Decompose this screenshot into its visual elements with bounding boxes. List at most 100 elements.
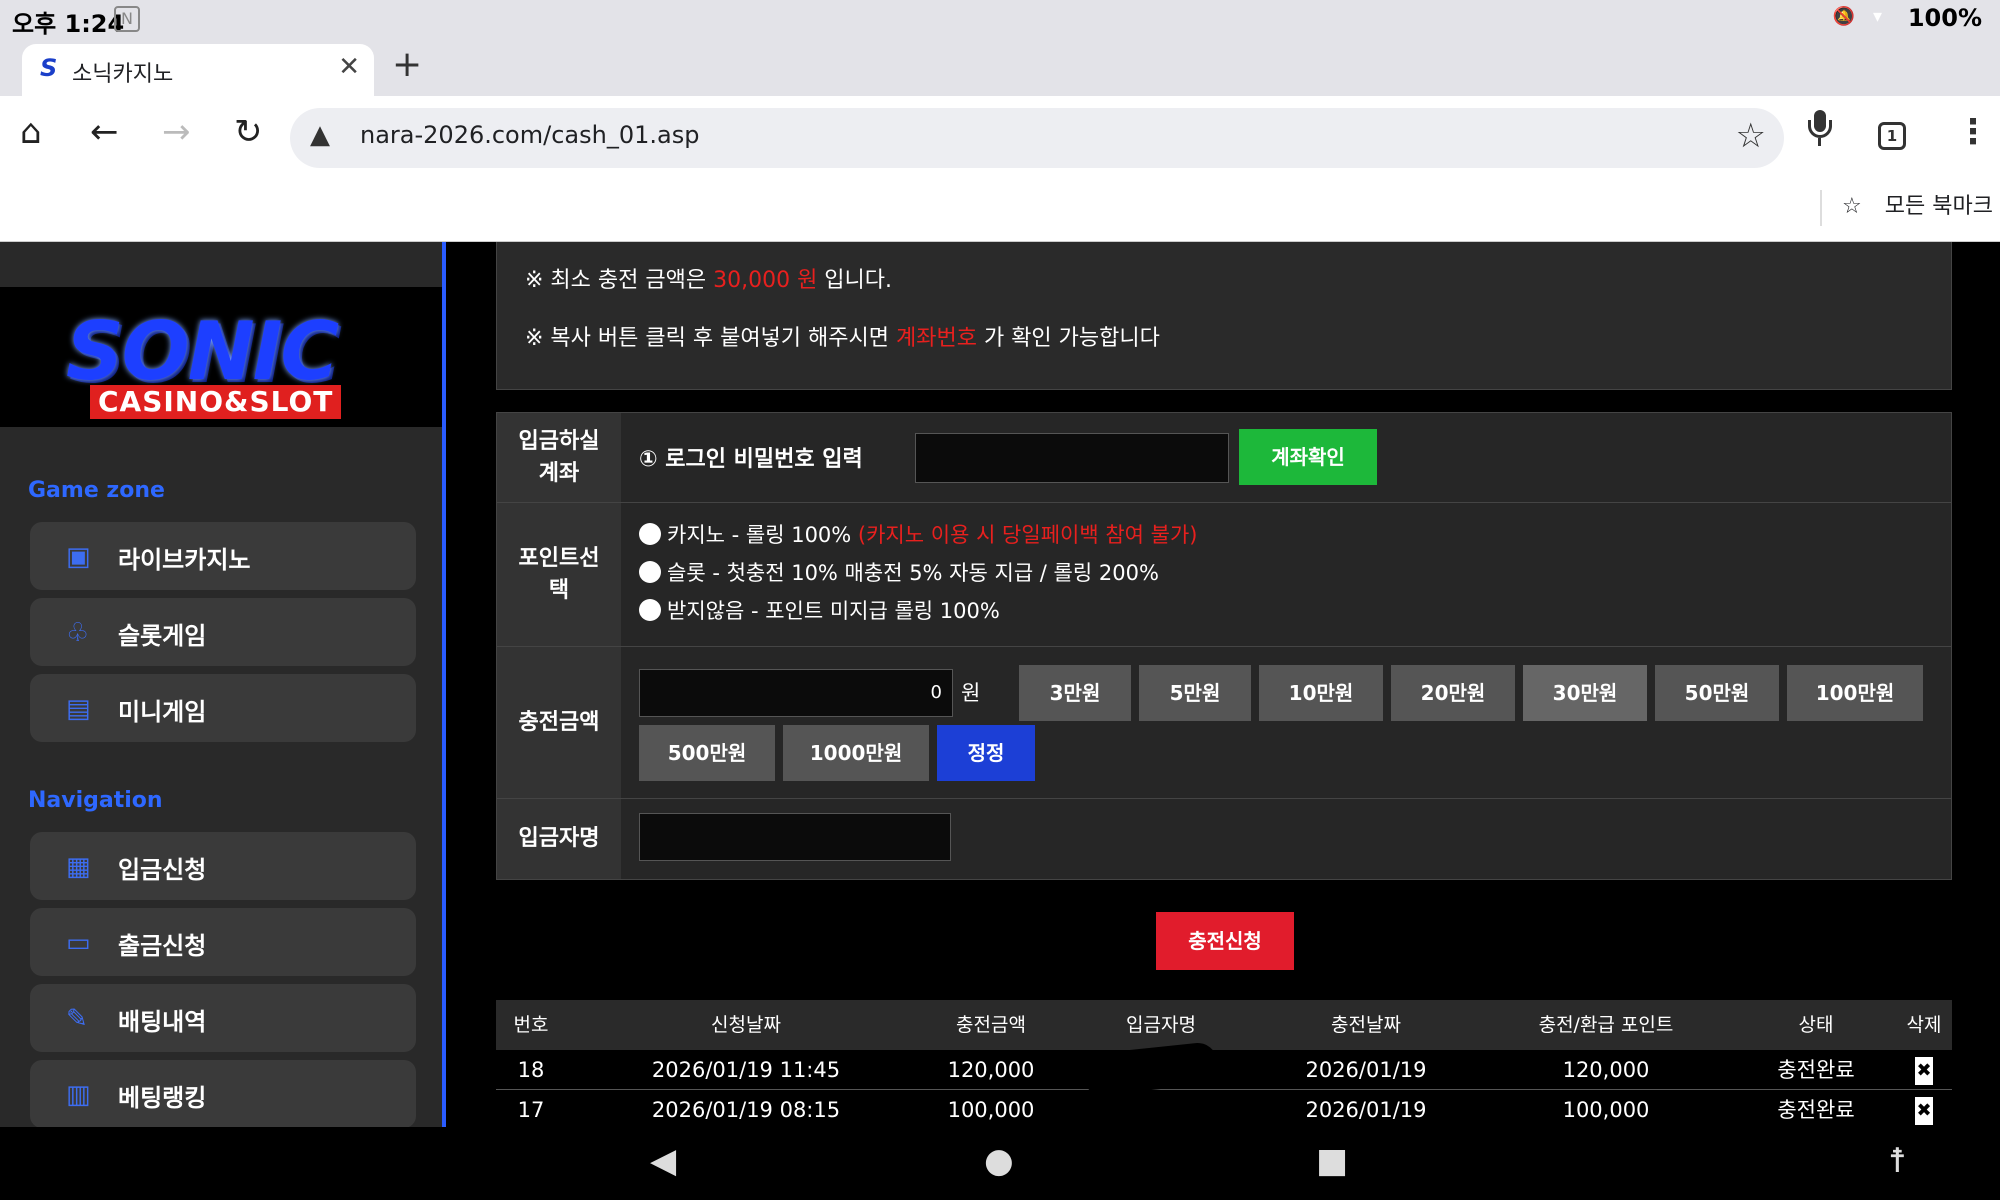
accessibility-icon[interactable]: ☨ bbox=[1888, 1141, 1907, 1181]
site-logo[interactable]: SONIC CASINO&SLOT bbox=[0, 287, 442, 427]
reset-button[interactable]: 정정 bbox=[937, 725, 1035, 781]
mini-game-icon: ▤ bbox=[66, 694, 91, 724]
close-tab-icon[interactable]: ✕ bbox=[338, 52, 360, 82]
cell-points: 100,000 bbox=[1562, 1098, 1650, 1122]
deposit-form: 입금하실 계좌 ① 로그인 비밀번호 입력 계좌확인 포인트선 택 카지노 - 롤링… bbox=[496, 412, 1952, 880]
tab-switcher-icon[interactable]: 1 bbox=[1878, 122, 1906, 150]
col-header: 입금자명 bbox=[1126, 1014, 1196, 1036]
col-header: 번호 bbox=[513, 1014, 549, 1036]
status-icons: 🔕 ▾ bbox=[1832, 6, 1888, 27]
amount-100k-button[interactable]: 10만원 bbox=[1259, 665, 1383, 721]
amount-500k-button[interactable]: 50만원 bbox=[1655, 665, 1779, 721]
option-note: (카지노 이용 시 당일페이백 참여 불가) bbox=[857, 523, 1198, 547]
radio-button[interactable] bbox=[639, 599, 661, 621]
nav-recents-icon[interactable]: ■ bbox=[1316, 1141, 1348, 1181]
amount-300k-button[interactable]: 30만원 bbox=[1523, 665, 1647, 721]
slot-icon: ♧ bbox=[66, 618, 90, 648]
delete-icon[interactable]: ✖ bbox=[1915, 1057, 1933, 1085]
tab-strip: S 소닉카지노 ✕ + bbox=[0, 40, 2000, 96]
notice-text: ※ 복사 버튼 클릭 후 붙여넣기 해주시면 bbox=[525, 326, 896, 351]
tab-title: 소닉카지노 bbox=[72, 62, 174, 87]
forward-icon[interactable]: → bbox=[162, 112, 191, 152]
home-icon[interactable]: ⌂ bbox=[20, 112, 42, 152]
point-label: 포인트선 택 bbox=[497, 503, 621, 646]
amount-50k-button[interactable]: 5만원 bbox=[1139, 665, 1251, 721]
new-tab-icon[interactable]: + bbox=[392, 44, 422, 85]
browser-tab[interactable]: S 소닉카지노 ✕ bbox=[22, 44, 374, 96]
amount-200k-button[interactable]: 20만원 bbox=[1391, 665, 1515, 721]
microphone-icon[interactable] bbox=[1806, 110, 1834, 150]
radio-button[interactable] bbox=[639, 523, 661, 545]
sidebar-item-bet-history[interactable]: ✎ 배팅내역 bbox=[30, 984, 416, 1052]
min-charge-notice: ※ 최소 충전 금액은 30,000 원 입니다. bbox=[525, 262, 892, 294]
nav-back-icon[interactable]: ◀ bbox=[650, 1141, 676, 1181]
all-bookmarks-button[interactable]: ☆ 모든 북마크 bbox=[1842, 188, 1993, 220]
sidebar-item-label: 슬롯게임 bbox=[118, 622, 207, 650]
cell-delete: ✖ bbox=[1896, 1090, 1952, 1127]
toolbar: ⌂ ← → ↻ ▲ nara-2026.com/cash_01.asp ☆ 1 … bbox=[0, 96, 2000, 186]
amount-5m-button[interactable]: 500만원 bbox=[639, 725, 775, 781]
cell-amount: 120,000 bbox=[947, 1058, 1035, 1082]
radio-button[interactable] bbox=[639, 561, 661, 583]
bet-history-icon: ✎ bbox=[66, 1004, 88, 1034]
password-label: ① 로그인 비밀번호 입력 bbox=[639, 447, 863, 472]
depositor-input[interactable] bbox=[639, 813, 951, 861]
cell-no: 18 bbox=[517, 1058, 545, 1082]
option-text: 받지않음 - 포인트 미지급 롤링 100% bbox=[667, 599, 1000, 623]
amount-1m-button[interactable]: 100만원 bbox=[1787, 665, 1923, 721]
bookmark-star-icon[interactable]: ☆ bbox=[1736, 116, 1766, 156]
navigation-title: Navigation bbox=[28, 788, 163, 813]
depositor-row: 입금자명 bbox=[497, 799, 1951, 879]
depositor-label: 입금자명 bbox=[497, 799, 621, 879]
cell-amount: 100,000 bbox=[947, 1098, 1035, 1122]
charge-request-button[interactable]: 충전신청 bbox=[1156, 912, 1294, 970]
cell-request-date: 2026/01/19 11:45 bbox=[651, 1058, 841, 1082]
url-text[interactable]: nara-2026.com/cash_01.asp bbox=[360, 121, 699, 149]
sidebar-item-deposit[interactable]: ▦ 입금신청 bbox=[30, 832, 416, 900]
amount-input[interactable]: 0 bbox=[639, 669, 953, 717]
live-casino-icon: ▣ bbox=[66, 542, 91, 572]
reload-icon[interactable]: ↻ bbox=[234, 112, 263, 152]
not-secure-icon[interactable]: ▲ bbox=[310, 120, 330, 150]
system-nav-bar: ◀ ● ■ ☨ bbox=[0, 1127, 2000, 1200]
sidebar-item-slot[interactable]: ♧ 슬롯게임 bbox=[30, 598, 416, 666]
table-row: 18 2026/01/19 11:45 120,000 2026/01/19 1… bbox=[496, 1050, 1952, 1090]
col-header: 삭제 bbox=[1906, 1014, 1942, 1036]
password-input[interactable] bbox=[915, 433, 1229, 483]
sidebar-item-label: 출금신청 bbox=[118, 932, 207, 960]
cell-status: 충전완료 bbox=[1777, 1058, 1855, 1082]
copy-notice: ※ 복사 버튼 클릭 후 붙여넣기 해주시면 계좌번호 가 확인 가능합니다 bbox=[525, 320, 1160, 352]
more-menu-icon[interactable]: ⋮ bbox=[1956, 112, 1990, 152]
status-bar: 오후 1:24 N 🔕 ▾ 100% bbox=[0, 0, 2000, 40]
sidebar-item-mini-game[interactable]: ▤ 미니게임 bbox=[30, 674, 416, 742]
sidebar-item-label: 입금신청 bbox=[118, 856, 207, 884]
sidebar-item-live-casino[interactable]: ▣ 라이브카지노 bbox=[30, 522, 416, 590]
point-option-slot[interactable]: 슬롯 - 첫충전 10% 매충전 5% 자동 지급 / 롤링 200% bbox=[639, 557, 1159, 587]
all-bookmarks-label: 모든 북마크 bbox=[1884, 194, 1993, 219]
address-bar[interactable]: ▲ nara-2026.com/cash_01.asp ☆ bbox=[290, 108, 1784, 168]
account-check-button[interactable]: 계좌확인 bbox=[1239, 429, 1377, 485]
nav-home-icon[interactable]: ● bbox=[984, 1141, 1014, 1181]
bookmarks-divider bbox=[1820, 190, 1822, 226]
amount-10m-button[interactable]: 1000만원 bbox=[783, 725, 929, 781]
point-option-casino[interactable]: 카지노 - 롤링 100% (카지노 이용 시 당일페이백 참여 불가) bbox=[639, 519, 1197, 549]
sidebar-item-ranking[interactable]: ▥ 베팅랭킹 bbox=[30, 1060, 416, 1127]
delete-icon[interactable]: ✖ bbox=[1915, 1097, 1933, 1125]
back-icon[interactable]: ← bbox=[90, 112, 119, 152]
sidebar: SONIC CASINO&SLOT Game zone ▣ 라이브카지노 ♧ 슬… bbox=[0, 242, 446, 1127]
deposit-icon: ▦ bbox=[66, 852, 91, 882]
withdraw-icon: ▭ bbox=[66, 928, 91, 958]
ranking-icon: ▥ bbox=[66, 1080, 91, 1110]
cell-delete: ✖ bbox=[1896, 1050, 1952, 1090]
min-amount: 30,000 원 bbox=[713, 268, 818, 293]
sidebar-item-withdraw[interactable]: ▭ 출금신청 bbox=[30, 908, 416, 976]
col-header: 충전금액 bbox=[956, 1014, 1026, 1036]
amount-30k-button[interactable]: 3만원 bbox=[1019, 665, 1131, 721]
notice-text: 가 확인 가능합니다 bbox=[976, 326, 1160, 351]
cell-request-date: 2026/01/19 08:15 bbox=[651, 1098, 841, 1122]
notice-text: ※ 최소 충전 금액은 bbox=[525, 268, 714, 293]
point-option-none[interactable]: 받지않음 - 포인트 미지급 롤링 100% bbox=[639, 595, 1000, 625]
col-header: 충전날짜 bbox=[1331, 1014, 1401, 1036]
notice-box: ※ 최소 충전 금액은 30,000 원 입니다. ※ 복사 버튼 클릭 후 붙… bbox=[496, 242, 1952, 390]
battery-level: 100% bbox=[1907, 4, 1982, 32]
